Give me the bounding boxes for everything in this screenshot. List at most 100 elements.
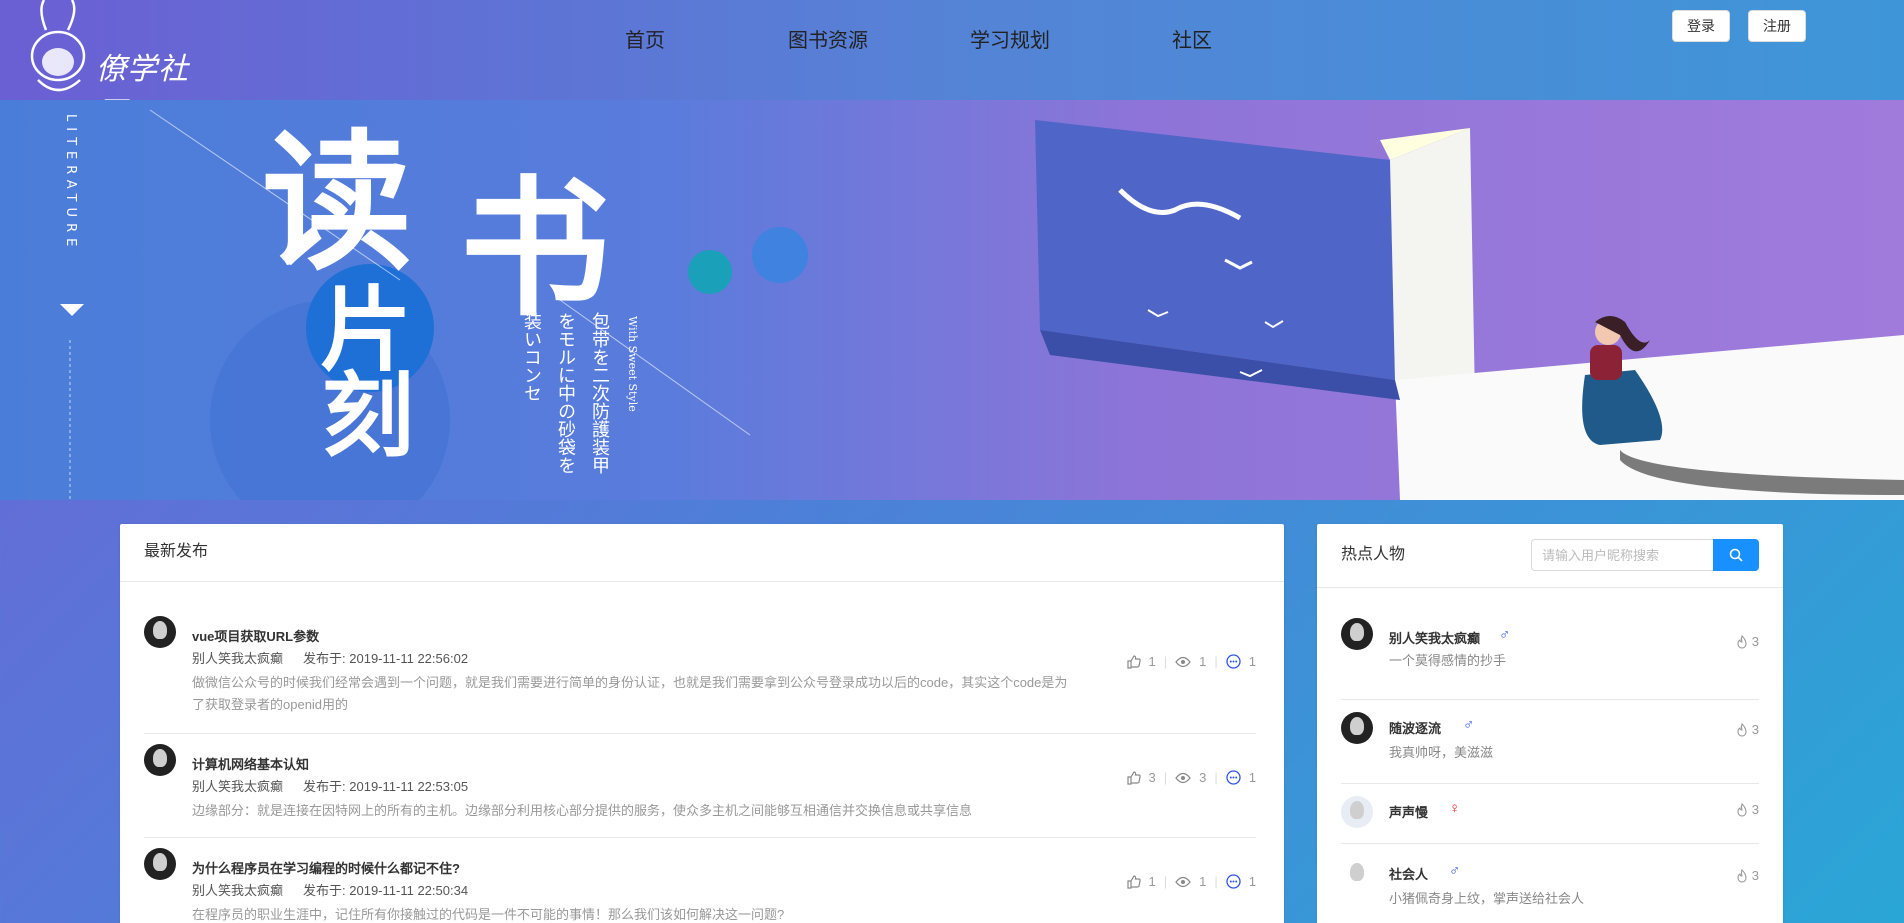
post-title[interactable]: vue项目获取URL参数	[192, 626, 319, 645]
post-author[interactable]: 别人笑我太疯癫	[192, 651, 283, 666]
view-count: 1	[1199, 874, 1207, 889]
avatar[interactable]	[144, 848, 176, 880]
heat-count: 3	[1751, 802, 1759, 817]
stat-divider: |	[1163, 874, 1168, 889]
flame-icon	[1737, 634, 1747, 649]
avatar[interactable]	[1341, 618, 1373, 650]
comment-icon	[1226, 770, 1241, 785]
post-time-prefix: 发布于:	[303, 651, 346, 666]
avatar[interactable]	[144, 744, 176, 776]
flame-icon	[1737, 802, 1747, 817]
post-time-prefix: 发布于:	[303, 779, 346, 794]
view-stat: 1	[1175, 654, 1206, 669]
like-count: 1	[1148, 874, 1156, 889]
avatar[interactable]	[1341, 712, 1373, 744]
post-stats: 3 | 3 | 1	[1126, 770, 1256, 785]
view-stat: 1	[1175, 874, 1206, 889]
avatar[interactable]	[144, 616, 176, 648]
post-item[interactable]: vue项目获取URL参数 别人笑我太疯癫 发布于: 2019-11-11 22:5…	[144, 616, 1256, 734]
post-stats: 1 | 1 | 1	[1126, 874, 1256, 889]
female-icon: ♀	[1449, 800, 1461, 817]
post-title[interactable]: 为什么程序员在学习编程的时候什么都记不住?	[192, 858, 460, 877]
login-button[interactable]: 登录	[1672, 10, 1730, 42]
comment-count: 1	[1248, 874, 1256, 889]
nav-study-plan[interactable]: 学习规划	[970, 24, 1050, 53]
latest-posts-title: 最新发布	[120, 524, 1284, 582]
post-time: 2019-11-11 22:50:34	[349, 883, 469, 898]
person-heat: 3	[1736, 722, 1759, 737]
comment-stat[interactable]: 1	[1226, 654, 1256, 669]
banner-jp-line1: 包带を二次防護装甲	[589, 312, 610, 474]
post-item[interactable]: 为什么程序员在学习编程的时候什么都记不住? 别人笑我太疯癫 发布于: 2019-1…	[144, 848, 1256, 923]
user-search-button[interactable]	[1713, 539, 1759, 571]
post-desc: 在程序员的职业生涯中，记住所有你接触过的代码是一件不可能的事情！那么我们该如何解…	[192, 907, 785, 922]
comment-icon	[1226, 654, 1241, 669]
hot-person-item[interactable]: 别人笑我太疯癫 ♂ 一个莫得感情的抄手 3	[1341, 618, 1759, 700]
comment-stat[interactable]: 1	[1226, 874, 1256, 889]
site-logo[interactable]: 僚学社区	[18, 0, 218, 131]
stat-divider: |	[1214, 874, 1218, 889]
comment-stat[interactable]: 1	[1226, 770, 1256, 785]
person-name[interactable]: 别人笑我太疯癫	[1389, 628, 1480, 647]
banner-char-ke: 刻	[322, 362, 415, 470]
flame-icon	[1737, 868, 1747, 883]
nav-community[interactable]: 社区	[1172, 24, 1212, 53]
comment-count: 1	[1248, 770, 1256, 785]
heat-count: 3	[1751, 868, 1759, 883]
post-author[interactable]: 别人笑我太疯癫	[192, 883, 283, 898]
nav-books[interactable]: 图书资源	[788, 24, 868, 53]
person-name[interactable]: 随波逐流	[1389, 718, 1441, 737]
stat-divider: |	[1163, 654, 1168, 669]
stat-divider: |	[1214, 770, 1218, 785]
post-time: 2019-11-11 22:56:02	[349, 651, 469, 666]
view-count: 3	[1199, 770, 1207, 785]
thumbs-up-icon	[1126, 770, 1141, 785]
stat-divider: |	[1214, 654, 1218, 669]
stat-divider: |	[1163, 770, 1168, 785]
banner-jp-line3: 装いコンセ	[521, 312, 542, 402]
eye-icon	[1175, 876, 1191, 887]
person-signature: 小猪佩奇身上纹，掌声送给社会人	[1389, 891, 1585, 906]
eye-icon	[1175, 656, 1191, 667]
post-meta: 别人笑我太疯癫 发布于: 2019-11-11 22:50:34	[192, 880, 468, 899]
top-header: 僚学社区 首页 图书资源 学习规划 社区 登录 注册	[0, 0, 1904, 131]
male-icon: ♂	[1499, 626, 1511, 643]
register-button[interactable]: 注册	[1748, 10, 1806, 42]
person-heat: 3	[1736, 802, 1759, 817]
banner-char-shu: 书	[460, 161, 611, 337]
person-signature: 一个莫得感情的抄手	[1389, 653, 1507, 668]
thumbs-up-icon	[1126, 874, 1141, 889]
post-title[interactable]: 计算机网络基本认知	[192, 754, 309, 773]
hot-person-item[interactable]: 随波逐流 ♂ 我真帅呀，美滋滋 3	[1341, 700, 1759, 784]
post-item[interactable]: 计算机网络基本认知 别人笑我太疯癫 发布于: 2019-11-11 22:53:0…	[144, 744, 1256, 838]
like-stat[interactable]: 3	[1126, 770, 1156, 785]
avatar[interactable]	[1341, 796, 1373, 828]
post-meta: 别人笑我太疯癫 发布于: 2019-11-11 22:56:02	[192, 648, 468, 667]
person-name[interactable]: 声声慢	[1389, 802, 1428, 821]
hot-person-item[interactable]: 社会人 ♂ 小猪佩奇身上纹，掌声送给社会人 3	[1341, 844, 1759, 923]
heat-count: 3	[1751, 722, 1759, 737]
hot-people-card: 热点人物 别人笑我太疯癫 ♂ 一个莫得感情的抄手 3 随波逐流 ♂ 我真帅呀，美…	[1317, 524, 1783, 923]
post-time: 2019-11-11 22:53:05	[349, 779, 469, 794]
person-heat: 3	[1736, 868, 1759, 883]
view-stat: 3	[1175, 770, 1206, 785]
hot-person-item[interactable]: 声声慢 ♀ 3	[1341, 784, 1759, 844]
heat-count: 3	[1751, 634, 1759, 649]
person-name[interactable]: 社会人	[1389, 864, 1428, 883]
male-icon: ♂	[1449, 862, 1461, 879]
comment-icon	[1226, 874, 1241, 889]
user-search-input[interactable]	[1531, 539, 1713, 571]
view-count: 1	[1199, 654, 1207, 669]
flame-icon	[1737, 722, 1747, 737]
hot-people-header: 热点人物	[1317, 524, 1783, 588]
search-icon	[1729, 548, 1743, 562]
nav-home[interactable]: 首页	[625, 24, 665, 53]
post-author[interactable]: 别人笑我太疯癫	[192, 779, 283, 794]
eye-icon	[1175, 772, 1191, 783]
like-stat[interactable]: 1	[1126, 654, 1156, 669]
post-stats: 1 | 1 | 1	[1126, 654, 1256, 669]
like-stat[interactable]: 1	[1126, 874, 1156, 889]
avatar[interactable]	[1341, 858, 1373, 890]
comment-count: 1	[1248, 654, 1256, 669]
literature-vertical-text: LITERATURE	[63, 114, 78, 253]
